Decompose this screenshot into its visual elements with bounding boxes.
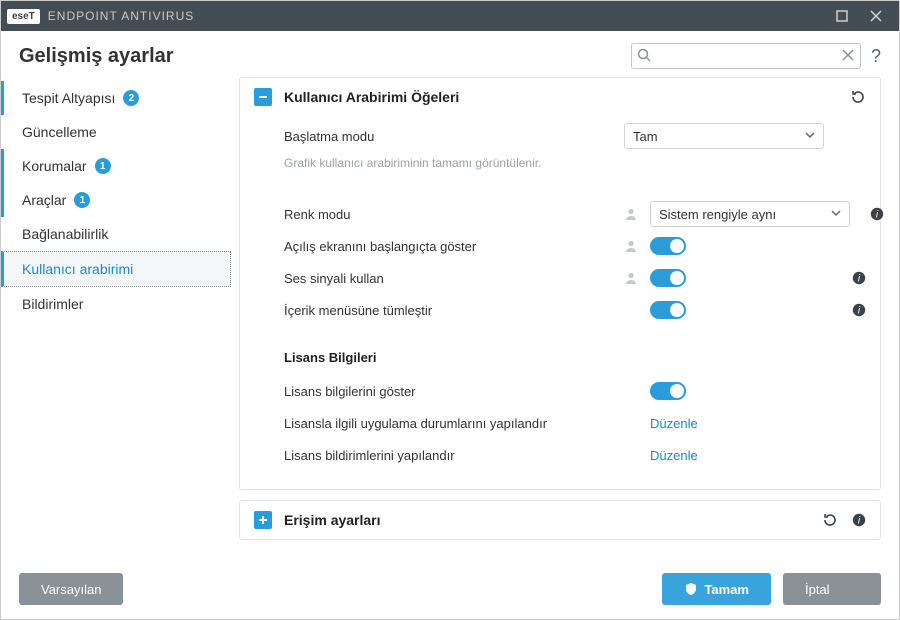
sidebar: Tespit Altyapısı 2 Güncelleme Korumalar … bbox=[1, 77, 231, 551]
sidebar-item-label: Güncelleme bbox=[22, 124, 97, 140]
revert-button[interactable] bbox=[822, 512, 838, 528]
info-button[interactable]: i bbox=[852, 271, 866, 285]
color-mode-select[interactable]: Sistem rengiyle aynı bbox=[650, 201, 850, 227]
badge: 2 bbox=[123, 90, 139, 106]
window-close-button[interactable] bbox=[859, 1, 893, 31]
sound-toggle[interactable] bbox=[650, 269, 686, 287]
row-start-mode: Başlatma modu Tam bbox=[284, 120, 866, 152]
edit-app-states-link[interactable]: Düzenle bbox=[650, 416, 698, 431]
sidebar-item-label: Bildirimler bbox=[22, 296, 83, 312]
page-header: Gelişmiş ayarlar ? bbox=[1, 31, 899, 77]
label-sound: Ses sinyali kullan bbox=[284, 271, 614, 286]
edit-notifications-link[interactable]: Düzenle bbox=[650, 448, 698, 463]
panel-header: Erişim ayarları i bbox=[240, 501, 880, 539]
minus-icon bbox=[258, 92, 268, 102]
page-title: Gelişmiş ayarlar bbox=[19, 45, 174, 68]
label-start-mode: Başlatma modu bbox=[284, 129, 614, 144]
panel-title: Kullanıcı Arabirimi Öğeleri bbox=[284, 89, 838, 105]
square-icon bbox=[836, 10, 848, 22]
footer: Varsayılan Tamam İptal bbox=[1, 559, 899, 619]
info-button[interactable]: i bbox=[870, 207, 884, 221]
info-icon: i bbox=[852, 303, 866, 317]
button-label: İptal bbox=[805, 582, 830, 597]
search-icon bbox=[637, 48, 651, 62]
search-input[interactable] bbox=[631, 43, 861, 69]
sidebar-item-label: Araçlar bbox=[22, 192, 66, 208]
sidebar-item-label: Tespit Altyapısı bbox=[22, 90, 115, 106]
close-icon bbox=[870, 10, 882, 22]
label-show-license: Lisans bilgilerini göster bbox=[284, 384, 614, 399]
sidebar-item-tools[interactable]: Araçlar 1 bbox=[1, 183, 231, 217]
info-icon: i bbox=[852, 271, 866, 285]
license-section-heading: Lisans Bilgileri bbox=[284, 350, 866, 365]
content-area: Kullanıcı Arabirimi Öğeleri Başlatma mod… bbox=[231, 77, 899, 551]
plus-icon bbox=[258, 515, 268, 525]
close-icon bbox=[841, 48, 855, 62]
ok-button[interactable]: Tamam bbox=[662, 573, 771, 605]
row-show-license: Lisans bilgilerini göster bbox=[284, 375, 866, 407]
start-mode-select-wrap: Tam bbox=[624, 123, 824, 149]
button-label: Varsayılan bbox=[41, 582, 101, 597]
sidebar-item-connectivity[interactable]: Bağlanabilirlik bbox=[1, 217, 231, 251]
undo-icon bbox=[850, 89, 866, 105]
sidebar-item-update[interactable]: Güncelleme bbox=[1, 115, 231, 149]
cancel-button[interactable]: İptal bbox=[783, 573, 881, 605]
label-splash: Açılış ekranını başlangıçta göster bbox=[284, 239, 614, 254]
sidebar-item-notifications[interactable]: Bildirimler bbox=[1, 287, 231, 321]
help-button[interactable]: ? bbox=[871, 46, 881, 67]
sidebar-item-user-interface[interactable]: Kullanıcı arabirimi bbox=[1, 251, 231, 287]
color-mode-select-wrap: Sistem rengiyle aynı bbox=[650, 201, 850, 227]
splash-toggle[interactable] bbox=[650, 237, 686, 255]
info-icon: i bbox=[870, 207, 884, 221]
label-color-mode: Renk modu bbox=[284, 207, 614, 222]
sidebar-item-protections[interactable]: Korumalar 1 bbox=[1, 149, 231, 183]
label-context-menu: İçerik menüsüne tümleştir bbox=[284, 303, 614, 318]
titlebar: eseT ENDPOINT ANTIVIRUS bbox=[1, 1, 899, 31]
search-clear-button[interactable] bbox=[841, 48, 855, 62]
default-button[interactable]: Varsayılan bbox=[19, 573, 123, 605]
row-sound: Ses sinyali kullan i bbox=[284, 262, 866, 294]
product-name: ENDPOINT ANTIVIRUS bbox=[48, 9, 194, 23]
brand-logo: eseT ENDPOINT ANTIVIRUS bbox=[7, 9, 194, 24]
search-wrap bbox=[631, 43, 861, 69]
shield-icon bbox=[684, 582, 698, 596]
label-license-notifications: Lisans bildirimlerini yapılandır bbox=[284, 448, 614, 463]
panel-access-settings: Erişim ayarları i bbox=[239, 500, 881, 540]
window-maximize-button[interactable] bbox=[825, 1, 859, 31]
info-button[interactable]: i bbox=[852, 513, 866, 527]
panel-title: Erişim ayarları bbox=[284, 512, 810, 528]
sidebar-item-detection-engine[interactable]: Tespit Altyapısı 2 bbox=[1, 81, 231, 115]
sidebar-item-label: Korumalar bbox=[22, 158, 87, 174]
row-license-notifications: Lisans bildirimlerini yapılandır Düzenle bbox=[284, 439, 866, 471]
expand-button[interactable] bbox=[254, 511, 272, 529]
collapse-button[interactable] bbox=[254, 88, 272, 106]
hint-start-mode: Grafik kullanıcı arabiriminin tamamı gör… bbox=[284, 156, 866, 170]
info-icon: i bbox=[852, 513, 866, 527]
user-icon bbox=[624, 239, 638, 253]
panel-ui-elements: Kullanıcı Arabirimi Öğeleri Başlatma mod… bbox=[239, 77, 881, 490]
undo-icon bbox=[822, 512, 838, 528]
button-label: Tamam bbox=[704, 582, 749, 597]
user-icon bbox=[624, 207, 638, 221]
badge: 1 bbox=[95, 158, 111, 174]
context-menu-toggle[interactable] bbox=[650, 301, 686, 319]
label-license-app-states: Lisansla ilgili uygulama durumlarını yap… bbox=[284, 416, 614, 431]
brand-badge: eseT bbox=[7, 9, 40, 24]
show-license-toggle[interactable] bbox=[650, 382, 686, 400]
badge: 1 bbox=[74, 192, 90, 208]
panel-header: Kullanıcı Arabirimi Öğeleri bbox=[240, 78, 880, 116]
row-context-menu: İçerik menüsüne tümleştir i bbox=[284, 294, 866, 326]
info-button[interactable]: i bbox=[852, 303, 866, 317]
user-icon bbox=[624, 271, 638, 285]
sidebar-item-label: Kullanıcı arabirimi bbox=[22, 261, 133, 277]
row-splash: Açılış ekranını başlangıçta göster bbox=[284, 230, 866, 262]
revert-button[interactable] bbox=[850, 89, 866, 105]
row-color-mode: Renk modu Sistem rengiyle aynı bbox=[284, 198, 866, 230]
sidebar-item-label: Bağlanabilirlik bbox=[22, 226, 108, 242]
start-mode-select[interactable]: Tam bbox=[624, 123, 824, 149]
row-license-app-states: Lisansla ilgili uygulama durumlarını yap… bbox=[284, 407, 866, 439]
